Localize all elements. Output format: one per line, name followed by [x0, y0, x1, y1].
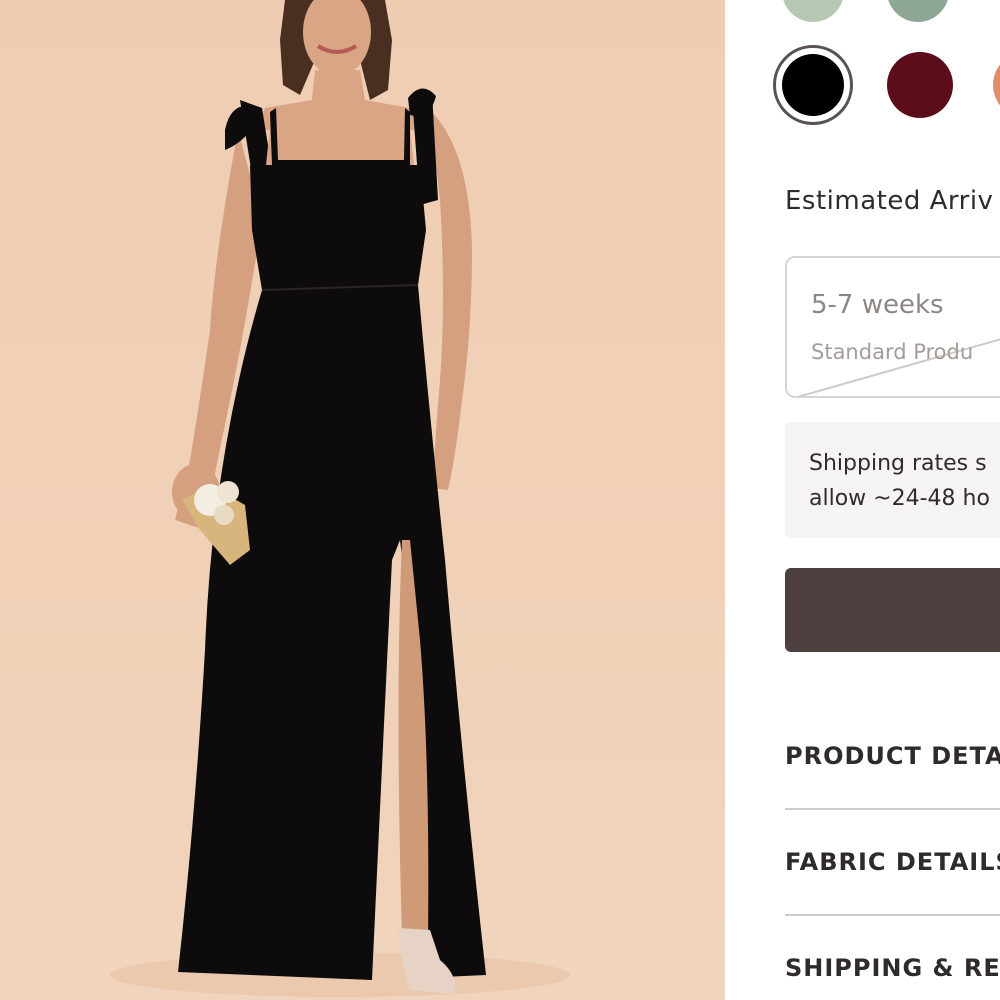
product-options-panel: Estimated Arriv 5-7 weeks Standard Produ… [725, 0, 1000, 1000]
swatch-eucalyptus[interactable] [887, 0, 949, 22]
model-photo [0, 0, 725, 1000]
accordion-divider [785, 914, 1000, 916]
shipping-notice: Shipping rates s allow ~24-48 ho [785, 422, 1000, 538]
add-to-bag-button[interactable] [785, 568, 1000, 652]
shipping-notice-text: Shipping rates s allow ~24-48 ho [809, 446, 990, 516]
accordion-product-details[interactable]: PRODUCT DETA [785, 742, 1000, 770]
swatch-black-dot [782, 54, 844, 116]
product-image [0, 0, 725, 1000]
swatch-terracotta[interactable] [993, 52, 1000, 118]
notice-line-1: Shipping rates s [809, 451, 987, 476]
accordion-divider [785, 808, 1000, 810]
option-title: 5-7 weeks [811, 290, 944, 320]
swatch-black-selected[interactable] [773, 45, 853, 125]
option-subtitle: Standard Produ [811, 340, 974, 364]
accordion-shipping-returns[interactable]: SHIPPING & RE [785, 954, 1000, 982]
estimated-arrival-label: Estimated Arriv [785, 186, 994, 216]
shipping-option-card[interactable]: 5-7 weeks Standard Produ [785, 256, 1000, 398]
accordion-fabric-details[interactable]: FABRIC DETAILS [785, 848, 1000, 876]
option-unavailable-strike [797, 338, 1000, 396]
swatch-burgundy[interactable] [887, 52, 953, 118]
notice-line-2: allow ~24-48 ho [809, 486, 990, 511]
swatch-sage[interactable] [782, 0, 844, 22]
